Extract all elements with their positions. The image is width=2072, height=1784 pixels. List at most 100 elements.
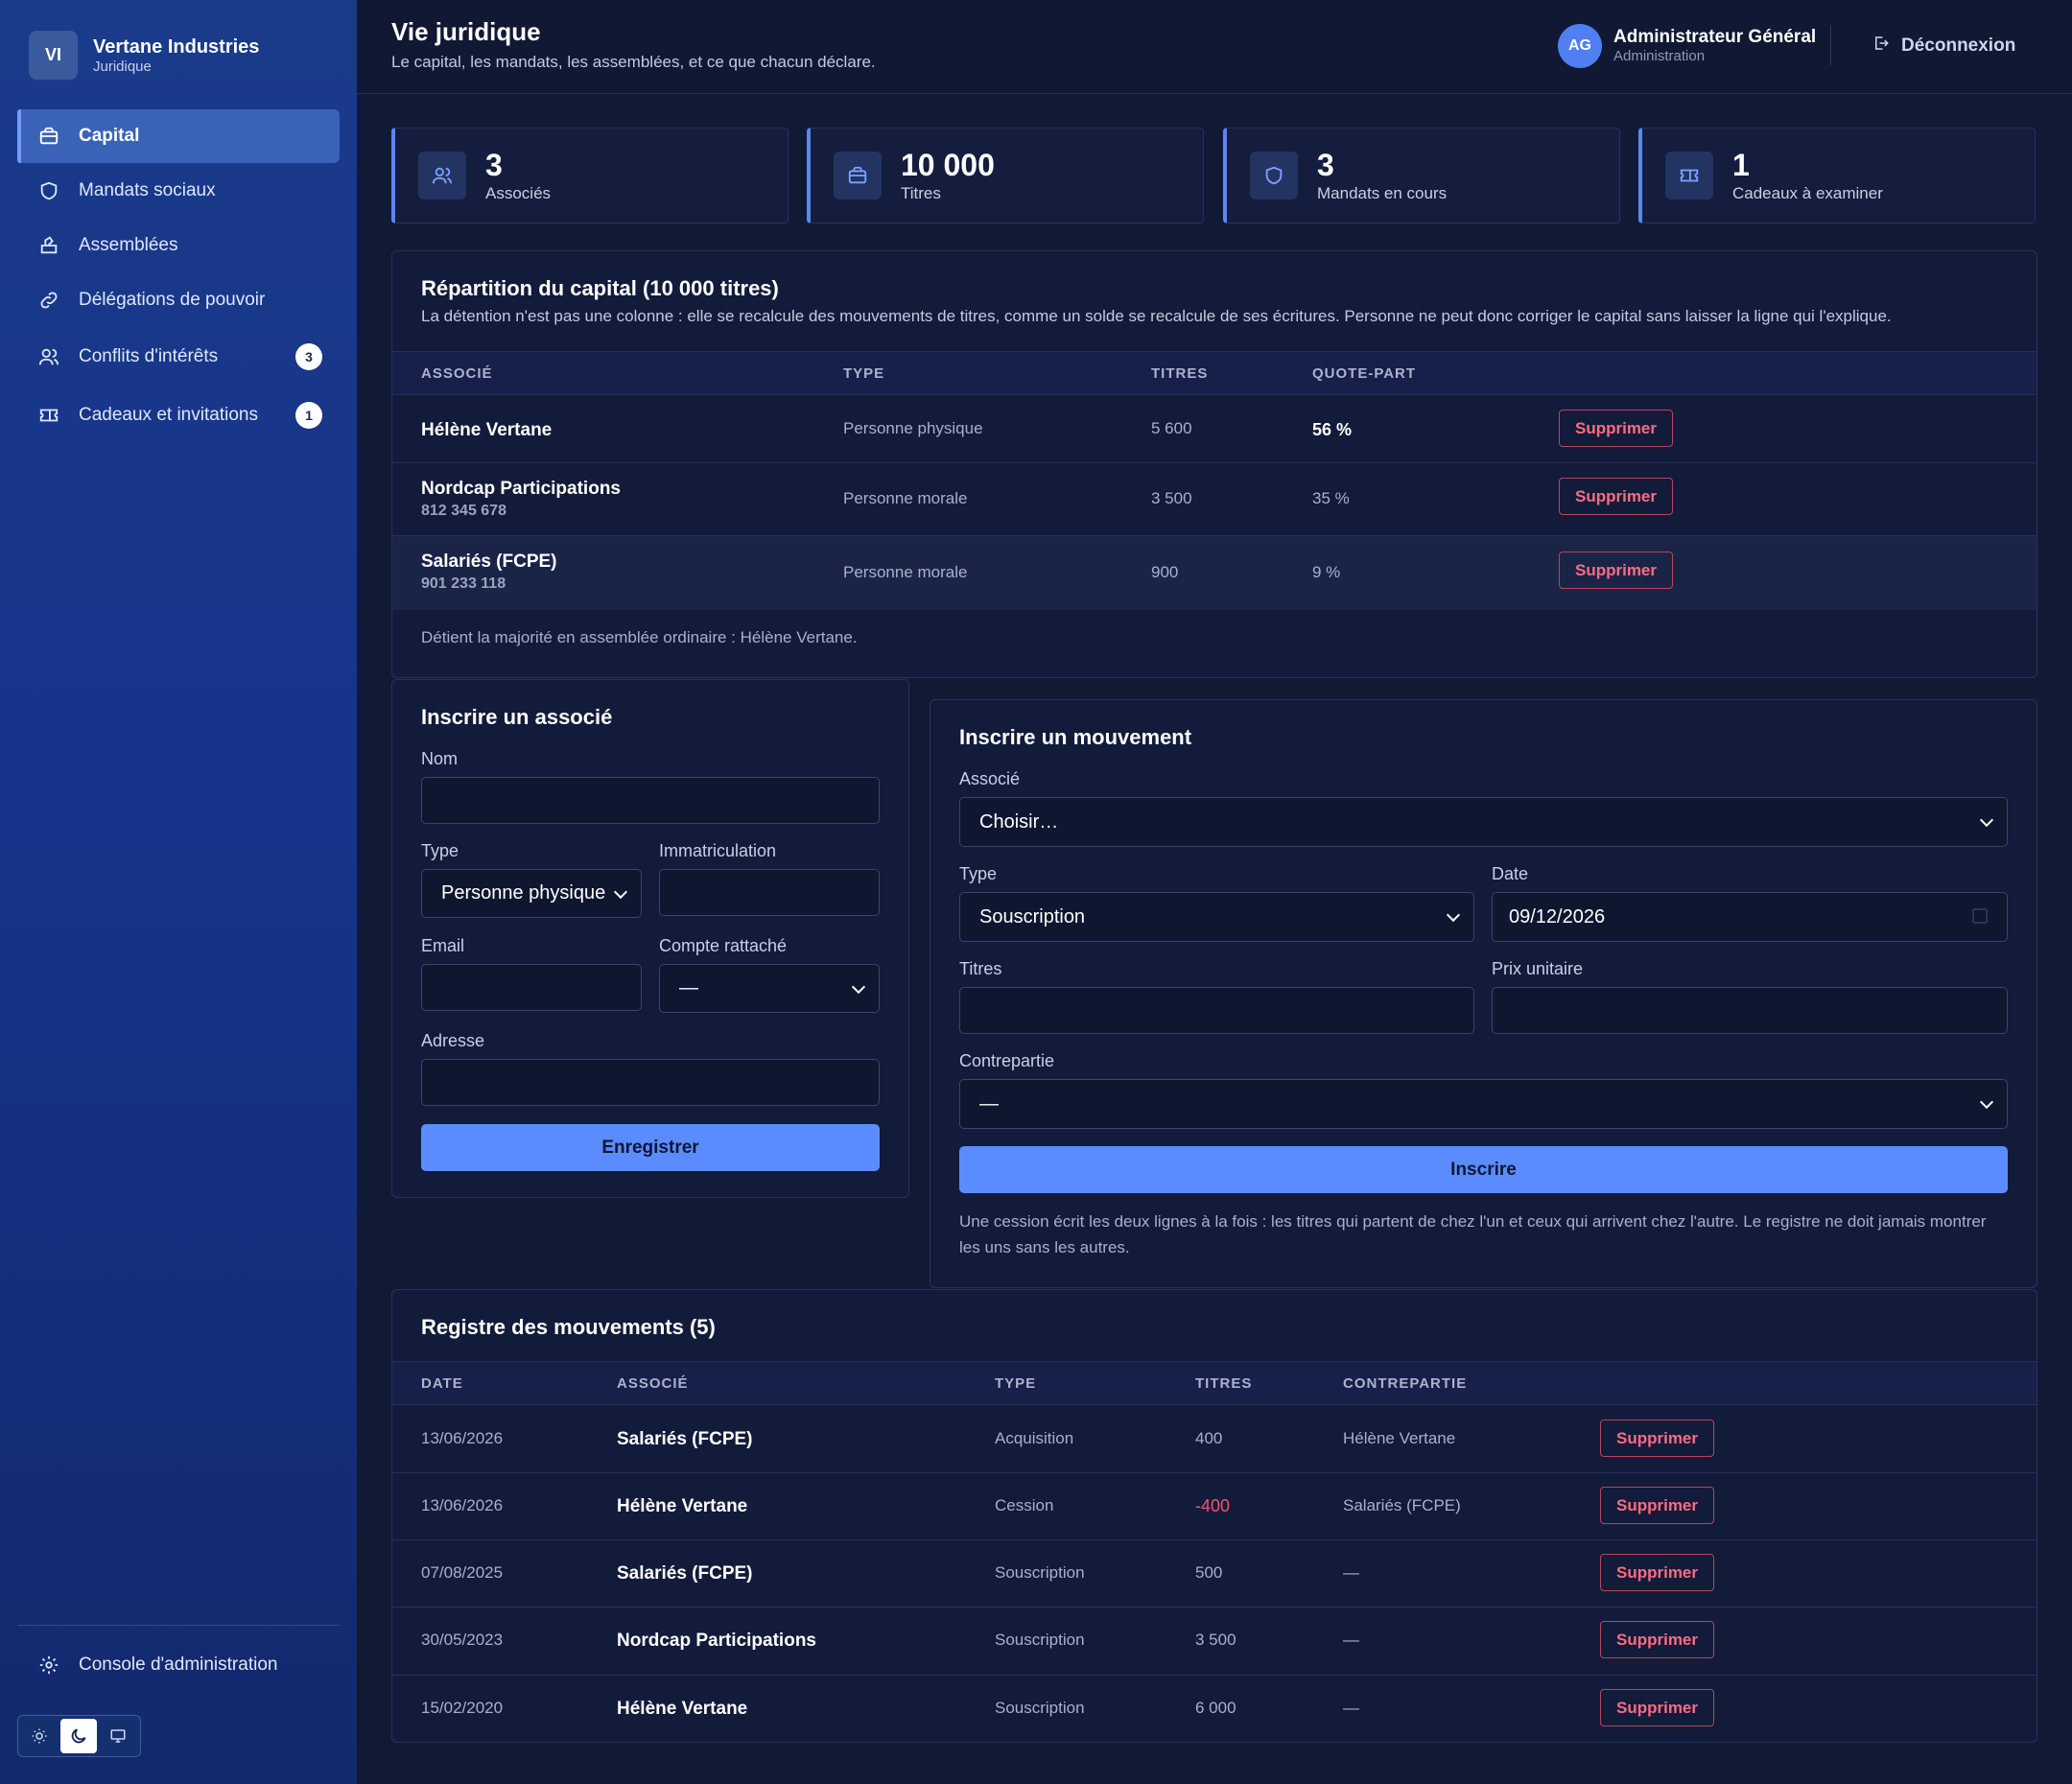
calendar-icon[interactable]	[1972, 908, 1988, 924]
sidebar-divider	[17, 1625, 340, 1626]
column-header: TYPE	[843, 365, 885, 382]
inscrire-button[interactable]: Inscrire	[959, 1146, 2008, 1193]
associe-quote: 9 %	[1312, 563, 1341, 581]
registre-title: Registre des mouvements (5)	[421, 1315, 716, 1339]
sidebar-item-cadeaux[interactable]: Cadeaux et invitations 1	[17, 387, 340, 444]
stat-card-cadeaux: 1 Cadeaux à examiner	[1638, 128, 2036, 223]
brand-name: Vertane Industries	[93, 35, 260, 58]
mouvement-titres: 400	[1195, 1429, 1223, 1447]
mouvement-type: Souscription	[995, 1699, 1085, 1717]
top-header: Vie juridique Le capital, les mandats, l…	[357, 0, 2072, 94]
column-header: TYPE	[995, 1375, 1037, 1392]
associe-quote: 56 %	[1312, 420, 1353, 439]
ticket-icon	[1665, 152, 1713, 200]
sidebar-item-assemblees[interactable]: Assemblées	[17, 219, 340, 272]
mouvement-contrepartie: Salariés (FCPE)	[1343, 1496, 1461, 1514]
sidebar-item-mandats[interactable]: Mandats sociaux	[17, 164, 340, 218]
mouvement-associe: Hélène Vertane	[617, 1496, 748, 1516]
stat-label: Associés	[485, 184, 552, 202]
mouvement-titres: 3 500	[1195, 1631, 1236, 1649]
field-label: Type	[421, 841, 459, 860]
delete-button[interactable]: Supprimer	[1559, 552, 1673, 589]
mouvement-contrepartie: —	[1343, 1699, 1359, 1717]
sidebar-item-label: Assemblées	[79, 235, 178, 255]
logout-icon	[1872, 35, 1890, 58]
count-badge: 3	[295, 343, 322, 370]
field-label: Contrepartie	[959, 1051, 1055, 1070]
prix-unitaire-input[interactable]	[1492, 987, 2008, 1034]
delete-button[interactable]: Supprimer	[1600, 1554, 1714, 1591]
associe-name: Hélène Vertane	[421, 420, 553, 440]
compte-select[interactable]: —	[659, 964, 880, 1013]
users-icon	[418, 152, 466, 200]
sidebar-item-conflits[interactable]: Conflits d'intérêts 3	[17, 328, 340, 386]
adresse-input[interactable]	[421, 1059, 880, 1106]
user-profile[interactable]: AG Administrateur Général Administration	[1558, 24, 1816, 68]
table-row: 13/06/2026 Hélène Vertane Cession -400 S…	[392, 1473, 2037, 1540]
delete-button[interactable]: Supprimer	[1559, 410, 1673, 447]
mouvement-titres: 6 000	[1195, 1699, 1236, 1717]
mouvement-type-select[interactable]: Souscription	[959, 892, 1474, 942]
delete-button[interactable]: Supprimer	[1600, 1621, 1714, 1658]
contrepartie-select[interactable]: —	[959, 1079, 2008, 1129]
associe-id: 812 345 678	[421, 503, 506, 519]
column-header: TITRES	[1151, 365, 1209, 382]
stat-value: 3	[485, 148, 503, 182]
sidebar-item-capital[interactable]: Capital	[17, 109, 340, 163]
associe-type: Personne physique	[843, 419, 983, 437]
registre-panel: Registre des mouvements (5) DATE ASSOCIÉ…	[391, 1289, 2037, 1743]
user-role: Administration	[1613, 48, 1706, 64]
registre-table-header: DATE ASSOCIÉ TYPE TITRES CONTREPARTIE	[392, 1361, 2037, 1405]
column-header: CONTREPARTIE	[1343, 1375, 1468, 1392]
table-row: 07/08/2025 Salariés (FCPE) Souscription …	[392, 1540, 2037, 1608]
field-label: Email	[421, 936, 465, 955]
associe-form-title: Inscrire un associé	[421, 705, 613, 729]
sidebar-item-delegations[interactable]: Délégations de pouvoir	[17, 273, 340, 327]
stat-value: 1	[1732, 148, 1750, 182]
stat-card-titres: 10 000 Titres	[807, 128, 1204, 223]
date-value: 09/12/2026	[1509, 905, 1606, 927]
immatriculation-input[interactable]	[659, 869, 880, 916]
stat-label: Mandats en cours	[1317, 184, 1448, 202]
table-row: Salariés (FCPE) 901 233 118 Personne mor…	[392, 536, 2037, 610]
field-label: Associé	[959, 769, 1021, 788]
delete-button[interactable]: Supprimer	[1600, 1689, 1714, 1726]
delete-button[interactable]: Supprimer	[1559, 478, 1673, 515]
header-divider	[1830, 25, 1831, 65]
associe-select[interactable]: Choisir…	[959, 797, 2008, 847]
column-header: QUOTE-PART	[1312, 365, 1417, 382]
associe-titres: 900	[1151, 563, 1179, 581]
associe-name: Nordcap Participations	[421, 479, 621, 499]
sidebar: VI Vertane Industries Juridique Capital …	[0, 0, 357, 1784]
logout-button[interactable]: Déconnexion	[1872, 35, 2015, 58]
sun-icon[interactable]	[21, 1719, 58, 1753]
sidebar-item-label: Capital	[79, 126, 140, 146]
associe-quote: 35 %	[1312, 489, 1350, 507]
moon-icon[interactable]	[60, 1719, 97, 1753]
delete-button[interactable]: Supprimer	[1600, 1487, 1714, 1524]
admin-console-link[interactable]: Console d'administration	[38, 1655, 277, 1676]
mouvement-date: 30/05/2023	[421, 1631, 504, 1649]
mouvement-type: Cession	[995, 1496, 1054, 1514]
type-select[interactable]: Personne physique	[421, 869, 642, 918]
save-button[interactable]: Enregistrer	[421, 1124, 880, 1171]
ticket-icon	[38, 405, 59, 426]
field-label: Adresse	[421, 1031, 485, 1050]
delete-button[interactable]: Supprimer	[1600, 1420, 1714, 1457]
sidebar-item-label: Cadeaux et invitations	[79, 405, 258, 425]
briefcase-icon	[834, 152, 882, 200]
email-field[interactable]	[421, 964, 642, 1011]
avatar: AG	[1558, 24, 1602, 68]
titres-input[interactable]	[959, 987, 1474, 1034]
nom-input[interactable]	[421, 777, 880, 824]
sidebar-nav: Capital Mandats sociaux Assemblées Délég…	[17, 109, 340, 445]
date-input[interactable]: 09/12/2026	[1492, 892, 2008, 942]
mouvement-form-panel: Inscrire un mouvement Associé Choisir… T…	[930, 699, 2037, 1288]
monitor-icon[interactable]	[100, 1719, 136, 1753]
field-label: Titres	[959, 959, 1002, 978]
mouvement-type: Souscription	[995, 1631, 1085, 1649]
brand-logo: VI	[29, 31, 78, 80]
sidebar-item-label: Mandats sociaux	[79, 180, 216, 200]
cession-hint: Une cession écrit les deux lignes à la f…	[959, 1212, 1987, 1256]
page-title: Vie juridique	[391, 17, 541, 46]
